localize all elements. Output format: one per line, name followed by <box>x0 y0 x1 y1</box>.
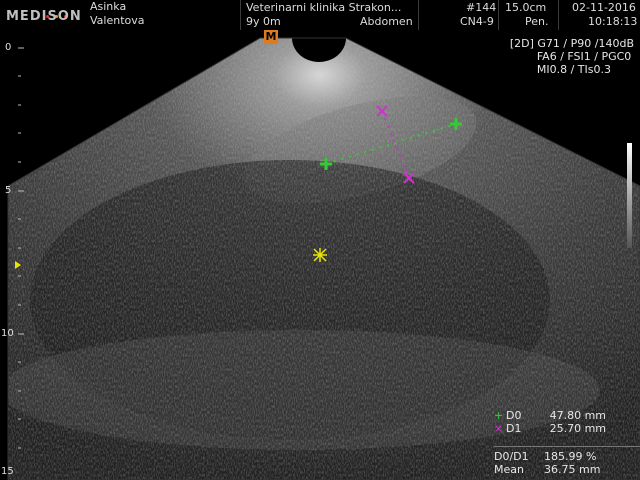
measurement-row-d0: + D0 47.80 mm <box>494 409 606 422</box>
scan-param-line-2: FA6 / FSI1 / PGC0 <box>536 50 632 63</box>
ratio-label: D0/D1 <box>494 450 529 463</box>
depth-label-15: 15 <box>1 466 14 477</box>
scan-param-line-3: MI0.8 / TIs0.3 <box>536 63 611 76</box>
measurement-results: + D0 47.80 mm × D1 25.70 mm <box>494 409 606 435</box>
scan-param-line-1: [2D] G71 / P90 /140dB <box>509 37 634 50</box>
depth-label-10: 10 <box>1 328 14 339</box>
orientation-marker-icon: M <box>264 30 278 44</box>
depth-label-0: 0 <box>5 42 12 53</box>
d0-marker-icon: + <box>494 409 504 422</box>
ratio-value: 185.99 % <box>544 450 597 463</box>
mean-value: 36.75 mm <box>544 463 601 476</box>
gray-scale-bar <box>627 143 632 248</box>
ratio-row: D0/D1 185.99 % <box>494 450 640 463</box>
d1-marker-icon: × <box>494 422 504 435</box>
depth-label-5: 5 <box>5 185 12 196</box>
d0-value: 47.80 mm <box>549 409 606 422</box>
mean-row: Mean 36.75 mm <box>494 463 640 476</box>
d1-label: D1 <box>506 422 522 435</box>
scan-parameters: [2D] G71 / P90 /140dB FA6 / FSI1 / PGC0 … <box>510 37 634 76</box>
measurement-row-d1: × D1 25.70 mm <box>494 422 606 435</box>
mean-label: Mean <box>494 463 524 476</box>
calculation-results: D0/D1 185.99 % Mean 36.75 mm <box>494 446 640 476</box>
d0-label: D0 <box>506 409 522 422</box>
d1-value: 25.70 mm <box>549 422 606 435</box>
cursor-crosshair-icon[interactable] <box>313 248 327 262</box>
